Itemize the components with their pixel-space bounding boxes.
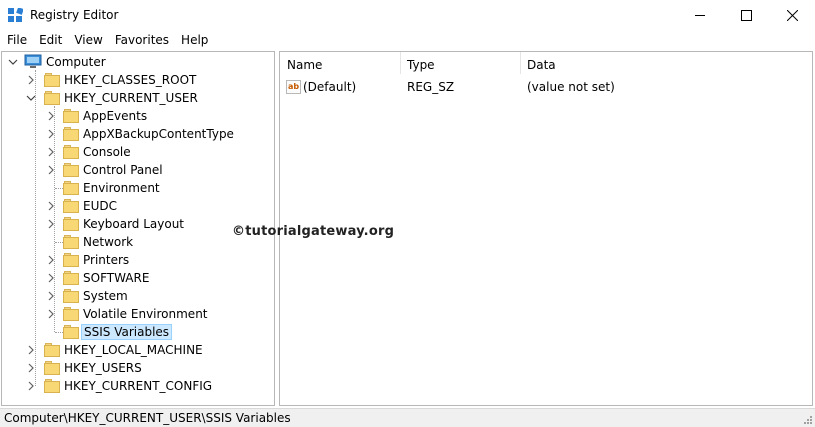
tree-node-software[interactable]: SOFTWARE [2,269,274,287]
tree-label: Printers [83,253,130,267]
string-value-icon: ab [286,80,301,94]
menu-file[interactable]: File [0,31,33,50]
chevron-right-icon[interactable] [46,219,56,229]
menu-help[interactable]: Help [175,31,214,50]
tree-label: System [83,289,128,303]
folder-icon [44,343,60,357]
folder-icon [63,199,79,213]
chevron-right-icon[interactable] [46,201,56,211]
chevron-right-icon[interactable] [46,111,56,121]
tree-label-hkcr: HKEY_CLASSES_ROOT [64,73,197,87]
chevron-right-icon[interactable] [26,363,36,373]
tree-label-hkcu: HKEY_CURRENT_USER [64,91,198,105]
tree-label: Console [83,145,131,159]
tree-node-hklm[interactable]: HKEY_LOCAL_MACHINE [2,341,274,359]
folder-icon [44,379,60,393]
chevron-right-icon[interactable] [26,75,36,85]
folder-icon [44,91,60,105]
window-title: Registry Editor [30,8,119,22]
tree-label: SOFTWARE [83,271,150,285]
title-bar: Registry Editor [0,0,815,31]
tree-label-hku: HKEY_USERS [64,361,142,375]
chevron-down-icon[interactable] [26,93,36,103]
column-divider[interactable] [400,52,401,74]
minimize-button[interactable] [677,0,723,31]
folder-icon [63,235,79,249]
tree-label-selected: SSIS Variables [81,324,173,340]
chevron-right-icon[interactable] [46,165,56,175]
value-name: (Default) [303,80,357,94]
tree-node-appevents[interactable]: AppEvents [2,107,274,125]
close-button[interactable] [769,0,815,31]
tree-node-volatile-environment[interactable]: Volatile Environment [2,305,274,323]
folder-icon [63,289,79,303]
maximize-button[interactable] [723,0,769,31]
menu-edit[interactable]: Edit [33,31,68,50]
tree-label-hklm: HKEY_LOCAL_MACHINE [64,343,203,357]
tree-node-eudc[interactable]: EUDC [2,197,274,215]
folder-icon [63,181,79,195]
tree-label: Environment [83,181,160,195]
folder-icon [63,127,79,141]
tree-label: Volatile Environment [83,307,208,321]
folder-icon [44,361,60,375]
minimize-icon [694,15,705,16]
chevron-right-icon[interactable] [46,147,56,157]
tree-label: EUDC [83,199,117,213]
close-icon [786,10,798,21]
tree-node-environment[interactable]: Environment [2,179,274,197]
tree-label-computer: Computer [46,55,106,69]
tree-label: Network [83,235,134,249]
menu-favorites[interactable]: Favorites [109,31,175,50]
status-bar: Computer\HKEY_CURRENT_USER\SSIS Variable… [0,408,815,427]
tree-node-control-panel[interactable]: Control Panel [2,161,274,179]
chevron-right-icon[interactable] [26,345,36,355]
watermark: ©tutorialgateway.org [232,224,395,239]
resize-grip-icon[interactable] [803,415,813,425]
tree-node-hkcc[interactable]: HKEY_CURRENT_CONFIG [2,377,274,395]
tree-label: AppEvents [83,109,148,123]
menu-bar: File Edit View Favorites Help [0,31,815,50]
chevron-right-icon[interactable] [46,255,56,265]
folder-icon [63,325,79,339]
value-type: REG_SZ [407,80,455,94]
chevron-right-icon[interactable] [46,129,56,139]
folder-icon [63,163,79,177]
tree-node-computer[interactable]: Computer [2,53,274,71]
tree-node-hkcr[interactable]: HKEY_CLASSES_ROOT [2,71,274,89]
chevron-down-icon[interactable] [8,57,18,67]
column-header-data[interactable]: Data [527,58,556,72]
tree-node-hku[interactable]: HKEY_USERS [2,359,274,377]
tree-label-hkcc: HKEY_CURRENT_CONFIG [64,379,213,393]
folder-icon [63,109,79,123]
tree-label: Keyboard Layout [83,217,185,231]
folder-icon [63,307,79,321]
tree-node-hkcu[interactable]: HKEY_CURRENT_USER [2,89,274,107]
value-data: (value not set) [527,80,615,94]
folder-icon [63,271,79,285]
folder-icon [44,73,60,87]
chevron-right-icon[interactable] [26,381,36,391]
column-header-name[interactable]: Name [287,58,322,72]
chevron-right-icon[interactable] [46,309,56,319]
maximize-icon [740,10,752,21]
computer-icon [24,54,42,68]
tree-node-console[interactable]: Console [2,143,274,161]
tree-label: Control Panel [83,163,163,177]
menu-view[interactable]: View [68,31,108,50]
tree-node-ssis-variables[interactable]: SSIS Variables [2,323,274,341]
status-path: Computer\HKEY_CURRENT_USER\SSIS Variable… [4,411,291,425]
column-header-type[interactable]: Type [407,58,435,72]
folder-icon [63,145,79,159]
folder-icon [63,253,79,267]
folder-icon [63,217,79,231]
registry-editor-app-icon [8,8,23,22]
tree-node-printers[interactable]: Printers [2,251,274,269]
tree-label: AppXBackupContentType [83,127,234,141]
column-divider[interactable] [520,52,521,74]
chevron-right-icon[interactable] [46,291,56,301]
chevron-right-icon[interactable] [46,273,56,283]
tree-node-appxbackup[interactable]: AppXBackupContentType [2,125,274,143]
tree-node-system[interactable]: System [2,287,274,305]
